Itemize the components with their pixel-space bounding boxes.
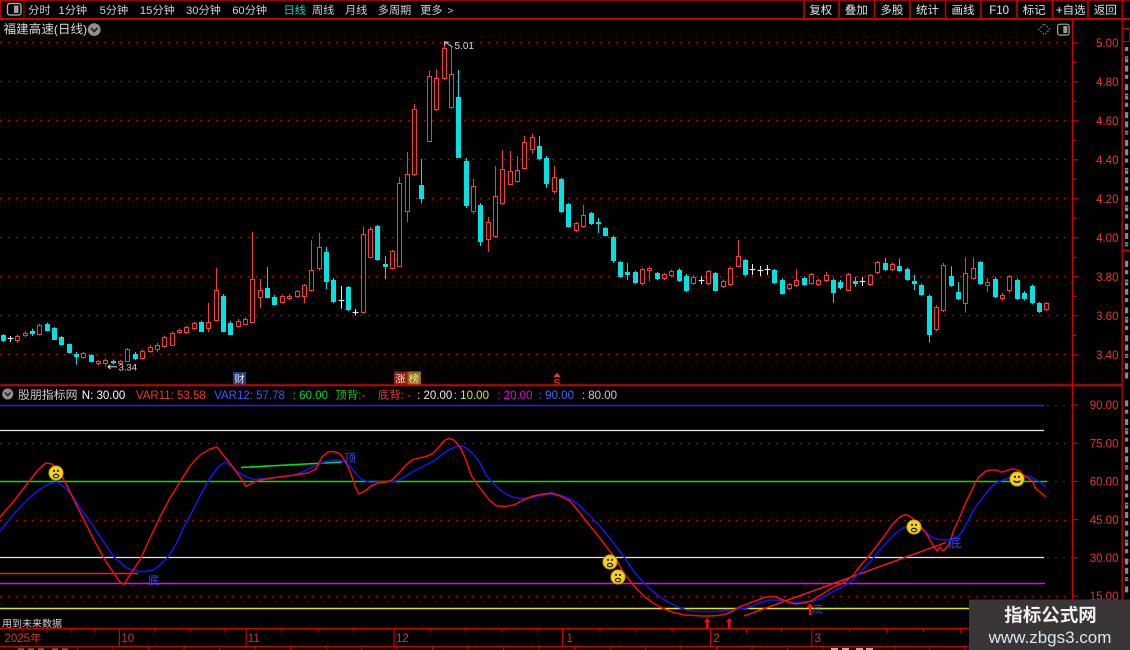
svg-text:3.60: 3.60 bbox=[1096, 311, 1118, 323]
svg-text:4.20: 4.20 bbox=[1096, 194, 1118, 206]
svg-text:90.00: 90.00 bbox=[1090, 400, 1119, 412]
svg-text:-: - bbox=[362, 390, 366, 402]
svg-text:VAR11: 53.58: VAR11: 53.58 bbox=[136, 390, 206, 402]
svg-text:2025: 2025 bbox=[5, 633, 31, 645]
svg-text:S: S bbox=[554, 378, 561, 389]
svg-text:11: 11 bbox=[248, 633, 260, 645]
svg-text:: 90.00: : 90.00 bbox=[539, 390, 574, 402]
svg-text:45.00: 45.00 bbox=[1090, 515, 1119, 527]
svg-text:30.00: 30.00 bbox=[1090, 553, 1119, 565]
svg-text:3.34: 3.34 bbox=[119, 363, 138, 374]
svg-text:3.80: 3.80 bbox=[1096, 272, 1118, 284]
svg-text:: 20.00: : 20.00 bbox=[417, 390, 452, 402]
svg-text:12: 12 bbox=[396, 633, 409, 645]
svg-text:1: 1 bbox=[567, 633, 573, 645]
svg-text:(: ( bbox=[54, 23, 58, 37]
svg-text:: 60.00: : 60.00 bbox=[293, 390, 328, 402]
svg-text:1: 1 bbox=[59, 5, 65, 17]
svg-text:4.80: 4.80 bbox=[1096, 77, 1118, 89]
svg-text:3: 3 bbox=[815, 633, 821, 645]
svg-text:4.00: 4.00 bbox=[1096, 233, 1118, 245]
svg-text:2: 2 bbox=[713, 633, 719, 645]
svg-text:4.40: 4.40 bbox=[1096, 155, 1118, 167]
svg-text:75.00: 75.00 bbox=[1090, 438, 1119, 450]
svg-text:5: 5 bbox=[100, 5, 106, 17]
svg-text:60: 60 bbox=[232, 5, 244, 17]
svg-text:: 10.00: : 10.00 bbox=[454, 390, 489, 402]
svg-text:+: + bbox=[1056, 5, 1063, 17]
svg-text:5.01: 5.01 bbox=[455, 41, 475, 52]
svg-text:F10: F10 bbox=[989, 5, 1009, 17]
svg-text:: 20.00: : 20.00 bbox=[497, 390, 532, 402]
svg-text:10: 10 bbox=[121, 633, 134, 645]
svg-text:4.60: 4.60 bbox=[1096, 116, 1118, 128]
svg-text:: 80.00: : 80.00 bbox=[582, 390, 617, 402]
svg-text:>: > bbox=[448, 6, 454, 17]
svg-text:VAR12: 57.78: VAR12: 57.78 bbox=[214, 390, 285, 402]
svg-text:30: 30 bbox=[186, 5, 198, 17]
svg-text:www.zbgs3.com: www.zbgs3.com bbox=[988, 628, 1112, 647]
svg-text:N: 30.00: N: 30.00 bbox=[82, 390, 125, 402]
svg-text:): ) bbox=[83, 23, 87, 37]
svg-text:60.00: 60.00 bbox=[1090, 477, 1119, 489]
svg-text:5.00: 5.00 bbox=[1096, 38, 1118, 50]
svg-text:15: 15 bbox=[140, 5, 152, 17]
svg-text:: -: : - bbox=[401, 390, 411, 402]
svg-text:3.40: 3.40 bbox=[1096, 350, 1118, 362]
